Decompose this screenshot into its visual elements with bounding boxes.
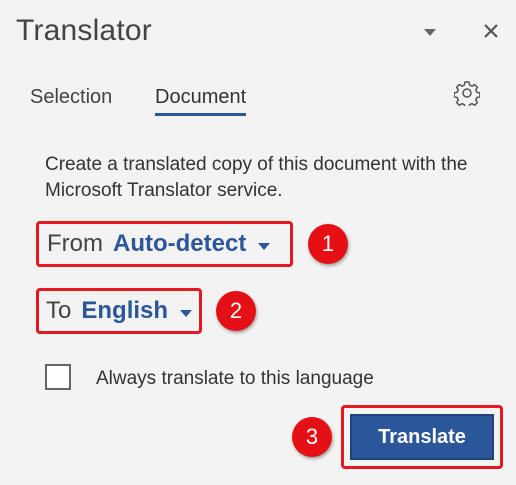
tab-selection[interactable]: Selection <box>30 86 112 113</box>
from-label: From <box>47 230 103 257</box>
settings-button[interactable] <box>453 80 481 109</box>
to-value: English <box>81 297 169 324</box>
gear-icon <box>453 81 481 109</box>
description-text: Create a translated copy of this documen… <box>45 154 468 201</box>
callout-badge-3: 3 <box>292 417 332 457</box>
translator-pane: Translator Selection Document Create a t… <box>0 0 516 485</box>
translate-button[interactable]: Translate <box>350 414 494 460</box>
chevron-down-icon <box>424 28 436 36</box>
callout-badge-2: 2 <box>216 291 256 331</box>
from-value: Auto-detect <box>113 230 247 257</box>
tab-document[interactable]: Document <box>155 86 247 116</box>
from-language-dropdown[interactable]: From Auto-detect <box>36 221 293 267</box>
pane-title: Translator <box>16 14 152 47</box>
to-label: To <box>46 297 72 324</box>
caret-down-icon <box>258 242 271 250</box>
pane-options-button[interactable] <box>418 22 442 42</box>
always-translate-checkbox[interactable] <box>45 364 71 390</box>
translate-highlight: Translate <box>341 405 503 469</box>
always-translate-label[interactable]: Always translate to this language <box>96 368 374 390</box>
caret-down-icon <box>180 309 193 317</box>
close-button[interactable] <box>480 20 502 42</box>
callout-badge-1: 1 <box>308 224 348 264</box>
close-icon <box>484 24 498 38</box>
to-language-dropdown[interactable]: To English <box>36 288 202 334</box>
